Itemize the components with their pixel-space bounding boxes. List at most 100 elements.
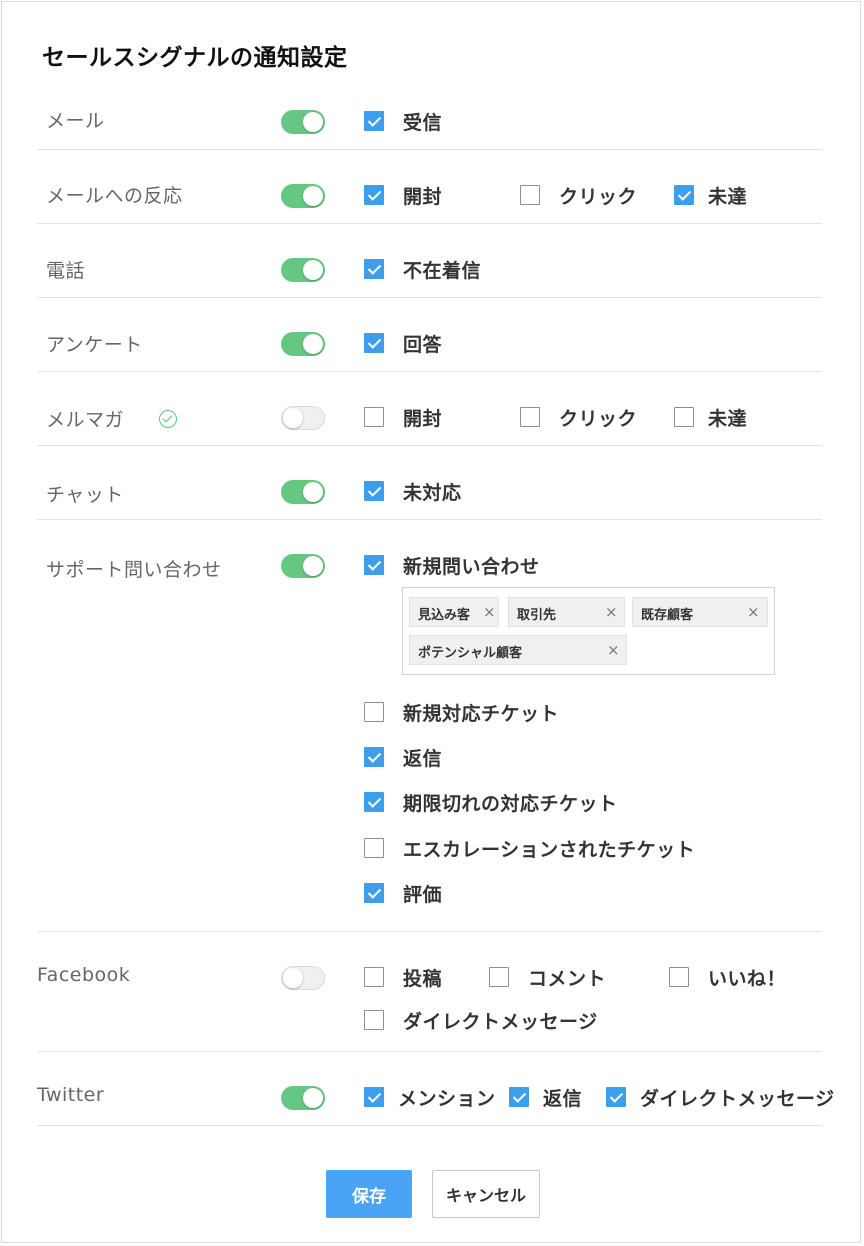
- option-facebook-post[interactable]: 投稿: [364, 966, 443, 990]
- row-label-mail: メール: [46, 110, 105, 132]
- option-support-rating[interactable]: 評価: [364, 882, 443, 906]
- row-divider: [37, 931, 822, 932]
- row-divider: [37, 371, 822, 372]
- toggle-knob: [283, 968, 303, 988]
- checkbox[interactable]: [606, 1087, 626, 1107]
- option-newsletter-bounce[interactable]: 未達: [674, 406, 747, 430]
- checkbox[interactable]: [364, 747, 384, 767]
- option-label: 開封: [403, 407, 443, 430]
- option-label: 期限切れの対応チケット: [403, 792, 618, 815]
- checkbox[interactable]: [674, 407, 694, 427]
- checkbox[interactable]: [520, 185, 540, 205]
- row-label-twitter: Twitter: [37, 1084, 105, 1106]
- option-mail-click[interactable]: クリック: [520, 184, 638, 208]
- option-twitter-mention[interactable]: メンション: [364, 1086, 496, 1110]
- newsletter-toggle[interactable]: [281, 406, 325, 430]
- checkbox[interactable]: [364, 555, 384, 575]
- option-facebook-like[interactable]: いいね！: [669, 966, 787, 990]
- tag-existing-customer: 既存顧客 ×: [632, 597, 768, 627]
- option-label: 受信: [403, 111, 443, 134]
- mail-toggle[interactable]: [281, 110, 325, 134]
- save-button[interactable]: 保存: [326, 1170, 412, 1218]
- row-label-support: サポート問い合わせ: [46, 559, 222, 581]
- checkbox[interactable]: [669, 967, 689, 987]
- checkbox[interactable]: [364, 883, 384, 903]
- option-mail-receive[interactable]: 受信: [364, 110, 443, 134]
- option-label: 新規問い合わせ: [403, 555, 540, 578]
- close-icon[interactable]: ×: [483, 603, 496, 621]
- toggle-knob: [303, 556, 323, 576]
- tag-label: ポテンシャル顧客: [418, 646, 523, 661]
- option-label: 不在着信: [403, 259, 482, 282]
- option-twitter-direct-message[interactable]: ダイレクトメッセージ: [606, 1086, 835, 1110]
- chat-toggle[interactable]: [281, 480, 325, 504]
- twitter-toggle[interactable]: [281, 1086, 325, 1110]
- option-label: エスカレーションされたチケット: [403, 838, 696, 861]
- cancel-button[interactable]: キャンセル: [432, 1170, 540, 1218]
- customer-type-tag-input[interactable]: 見込み客 × 取引先 × 既存顧客 × ポテンシャル顧客 ×: [402, 587, 775, 675]
- row-label-mail-reaction: メールへの反応: [46, 185, 183, 207]
- checkbox[interactable]: [364, 481, 384, 501]
- toggle-knob: [303, 334, 323, 354]
- option-label: 開封: [403, 185, 443, 208]
- toggle-knob: [303, 482, 323, 502]
- checkbox[interactable]: [364, 1087, 384, 1107]
- option-label: いいね！: [708, 967, 787, 990]
- option-label: クリック: [559, 185, 638, 208]
- checkbox[interactable]: [364, 333, 384, 353]
- option-label: コメント: [528, 967, 607, 990]
- tag-prospect: 見込み客 ×: [409, 597, 499, 627]
- checkbox[interactable]: [364, 702, 384, 722]
- option-label: 評価: [403, 883, 443, 906]
- option-facebook-comment[interactable]: コメント: [489, 966, 607, 990]
- checkbox[interactable]: [674, 185, 694, 205]
- checkbox[interactable]: [520, 407, 540, 427]
- tag-label: 既存顧客: [641, 608, 694, 623]
- close-icon[interactable]: ×: [605, 603, 618, 621]
- close-icon[interactable]: ×: [747, 603, 760, 621]
- option-support-reply[interactable]: 返信: [364, 746, 443, 770]
- checkbox[interactable]: [364, 259, 384, 279]
- mail-reaction-toggle[interactable]: [281, 184, 325, 208]
- option-newsletter-open[interactable]: 開封: [364, 406, 443, 430]
- option-label: 新規対応チケット: [403, 702, 560, 725]
- option-support-escalated-ticket[interactable]: エスカレーションされたチケット: [364, 837, 696, 861]
- option-label: メンション: [398, 1087, 496, 1110]
- option-label: ダイレクトメッセージ: [403, 1010, 598, 1033]
- row-label-chat: チャット: [46, 484, 124, 506]
- checkbox[interactable]: [364, 967, 384, 987]
- checkbox[interactable]: [364, 1010, 384, 1030]
- option-survey-answer[interactable]: 回答: [364, 332, 442, 356]
- phone-toggle[interactable]: [281, 258, 325, 282]
- checkbox[interactable]: [489, 967, 509, 987]
- option-newsletter-click[interactable]: クリック: [520, 406, 638, 430]
- option-label: 返信: [403, 747, 443, 770]
- option-twitter-reply[interactable]: 返信: [509, 1086, 582, 1110]
- checkbox[interactable]: [364, 792, 384, 812]
- survey-toggle[interactable]: [281, 332, 325, 356]
- option-label: 投稿: [403, 967, 443, 990]
- option-mail-bounce[interactable]: 未達: [674, 184, 747, 208]
- toggle-knob: [303, 112, 323, 132]
- option-missed-call[interactable]: 不在着信: [364, 258, 482, 282]
- checkbox[interactable]: [364, 111, 384, 131]
- row-label-newsletter: メルマガ: [46, 409, 125, 431]
- checkbox[interactable]: [509, 1087, 529, 1107]
- row-divider: [37, 149, 822, 150]
- toggle-knob: [303, 186, 323, 206]
- option-support-new-ticket[interactable]: 新規対応チケット: [364, 701, 560, 725]
- toggle-knob: [283, 408, 303, 428]
- option-facebook-direct-message[interactable]: ダイレクトメッセージ: [364, 1009, 598, 1033]
- close-icon[interactable]: ×: [607, 641, 620, 659]
- support-toggle[interactable]: [281, 554, 325, 578]
- option-label: クリック: [559, 407, 638, 430]
- option-chat-unhandled[interactable]: 未対応: [364, 480, 462, 504]
- toggle-knob: [303, 260, 323, 280]
- facebook-toggle[interactable]: [281, 966, 325, 990]
- checkbox[interactable]: [364, 838, 384, 858]
- option-support-overdue-ticket[interactable]: 期限切れの対応チケット: [364, 791, 618, 815]
- checkbox[interactable]: [364, 185, 384, 205]
- checkbox[interactable]: [364, 407, 384, 427]
- option-support-new-inquiry[interactable]: 新規問い合わせ: [364, 554, 540, 578]
- option-mail-open[interactable]: 開封: [364, 184, 443, 208]
